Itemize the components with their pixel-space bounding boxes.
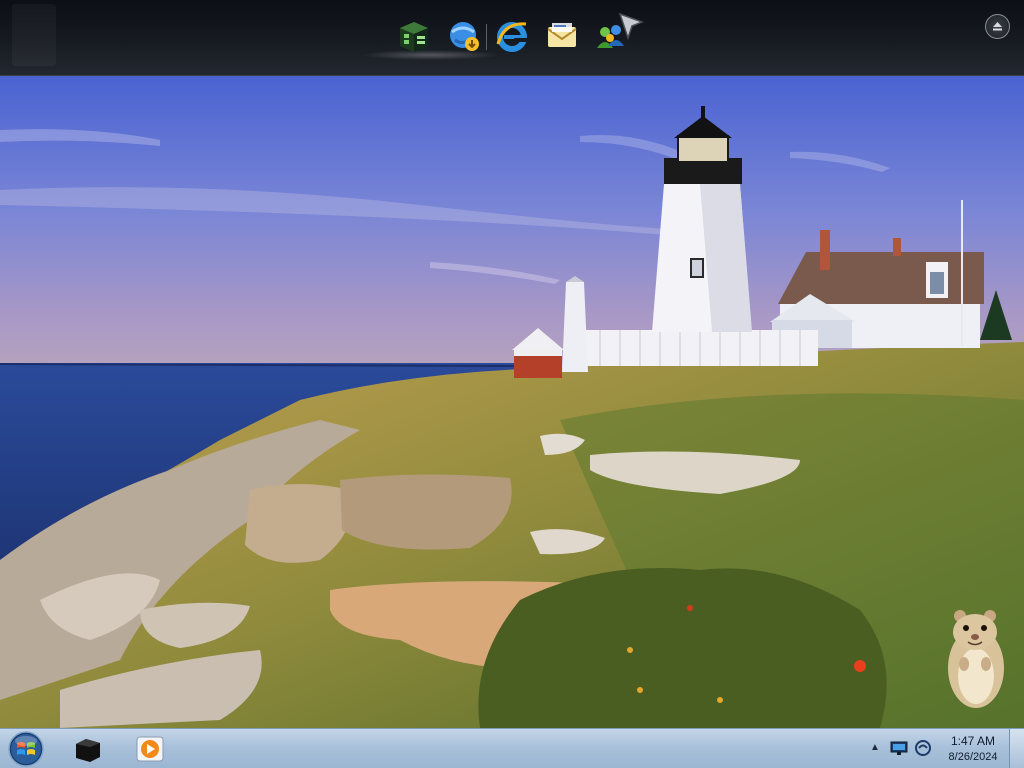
show-desktop-button[interactable]	[1009, 729, 1024, 768]
taskbar-black-box-button[interactable]	[72, 733, 104, 765]
internet-explorer-icon[interactable]	[494, 18, 530, 54]
mouse-pointer-icon	[618, 12, 646, 40]
start-button[interactable]	[6, 730, 46, 768]
dock-ghost-shortcut	[12, 4, 56, 66]
desktop-wallpaper	[0, 76, 1024, 728]
system-tray: ▲ 1:47 AM 8/26/2024	[862, 729, 1024, 768]
taskbar: ▲ 1:47 AM 8/26/2024	[0, 728, 1024, 768]
hamster-desktop-gadget[interactable]	[938, 606, 1010, 710]
volume-icon[interactable]	[914, 740, 932, 756]
ie-download-icon[interactable]	[446, 18, 482, 54]
network-icon[interactable]	[890, 740, 908, 756]
dock-icon-group	[392, 12, 652, 60]
clock-date: 8/26/2024	[948, 751, 998, 763]
taskbar-clock[interactable]: 1:47 AM 8/26/2024	[942, 733, 1004, 765]
top-dock	[0, 0, 1024, 76]
black-box-icon	[76, 739, 100, 762]
dock-settings-button[interactable]	[985, 14, 1010, 39]
clock-time: 1:47 AM	[950, 734, 996, 748]
show-hidden-icons-button[interactable]: ▲	[868, 739, 882, 757]
mail-envelope-icon[interactable]	[544, 18, 580, 54]
dock-eject-icon	[993, 22, 1002, 31]
media-player-icon	[136, 736, 164, 762]
taskbar-media-player-button[interactable]	[134, 733, 166, 765]
start-orb-icon	[8, 731, 44, 767]
app-cube-icon[interactable]	[396, 18, 432, 54]
